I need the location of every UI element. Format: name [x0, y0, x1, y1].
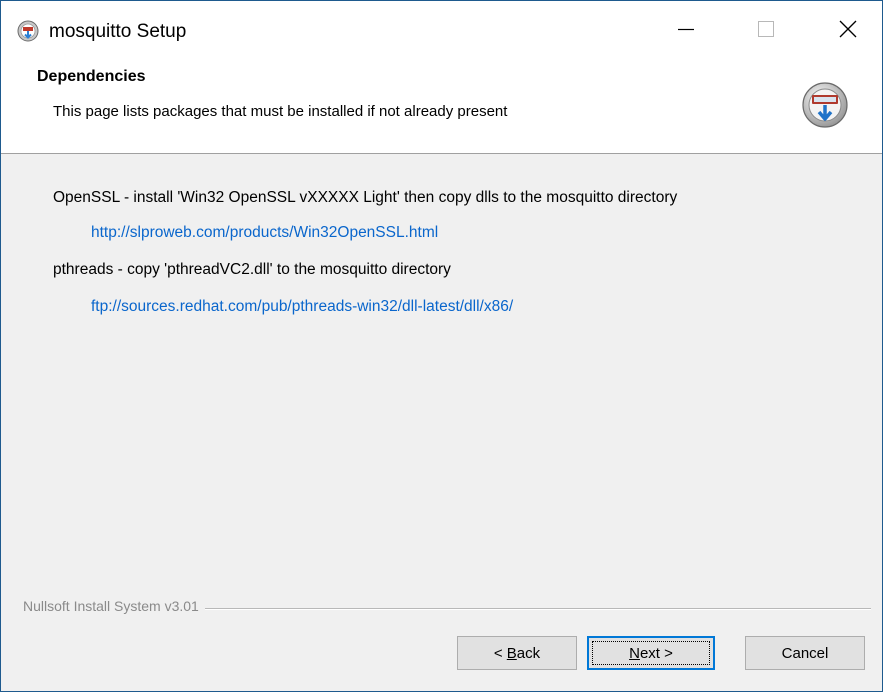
page-subtitle: This page lists packages that must be in…: [53, 103, 508, 120]
openssl-link[interactable]: http://slproweb.com/products/Win32OpenSS…: [91, 224, 438, 242]
back-button-prefix: <: [493, 644, 507, 662]
pthreads-instruction: pthreads - copy 'pthreadVC2.dll' to the …: [53, 261, 451, 278]
cancel-button[interactable]: Cancel: [745, 636, 865, 670]
dependencies-content: OpenSSL - install 'Win32 OpenSSL vXXXXX …: [1, 154, 882, 574]
minimize-icon: [678, 28, 694, 31]
title-bar[interactable]: mosquitto Setup: [1, 1, 882, 57]
maximize-icon: [758, 21, 774, 37]
next-button[interactable]: Next >: [587, 636, 715, 670]
close-button[interactable]: [817, 1, 879, 57]
installer-window: mosquitto Setup Dependencies This page l…: [0, 0, 883, 692]
focus-rectangle: [592, 641, 710, 665]
page-title: Dependencies: [37, 68, 146, 85]
maximize-button[interactable]: [735, 1, 797, 57]
openssl-instruction: OpenSSL - install 'Win32 OpenSSL vXXXXX …: [53, 189, 678, 206]
branding-text: Nullsoft Install System v3.01: [23, 598, 205, 614]
installer-app-icon: [17, 20, 39, 42]
installer-logo-icon: [802, 82, 848, 128]
minimize-button[interactable]: [655, 1, 717, 57]
page-header: Dependencies This page lists packages th…: [1, 57, 882, 154]
back-button[interactable]: < Back: [457, 636, 577, 670]
window-title: mosquitto Setup: [49, 21, 187, 42]
back-button-accel: B: [506, 644, 517, 662]
pthreads-link[interactable]: ftp://sources.redhat.com/pub/pthreads-wi…: [91, 298, 513, 316]
close-icon: [839, 20, 857, 38]
back-button-rest: ack: [516, 644, 541, 662]
